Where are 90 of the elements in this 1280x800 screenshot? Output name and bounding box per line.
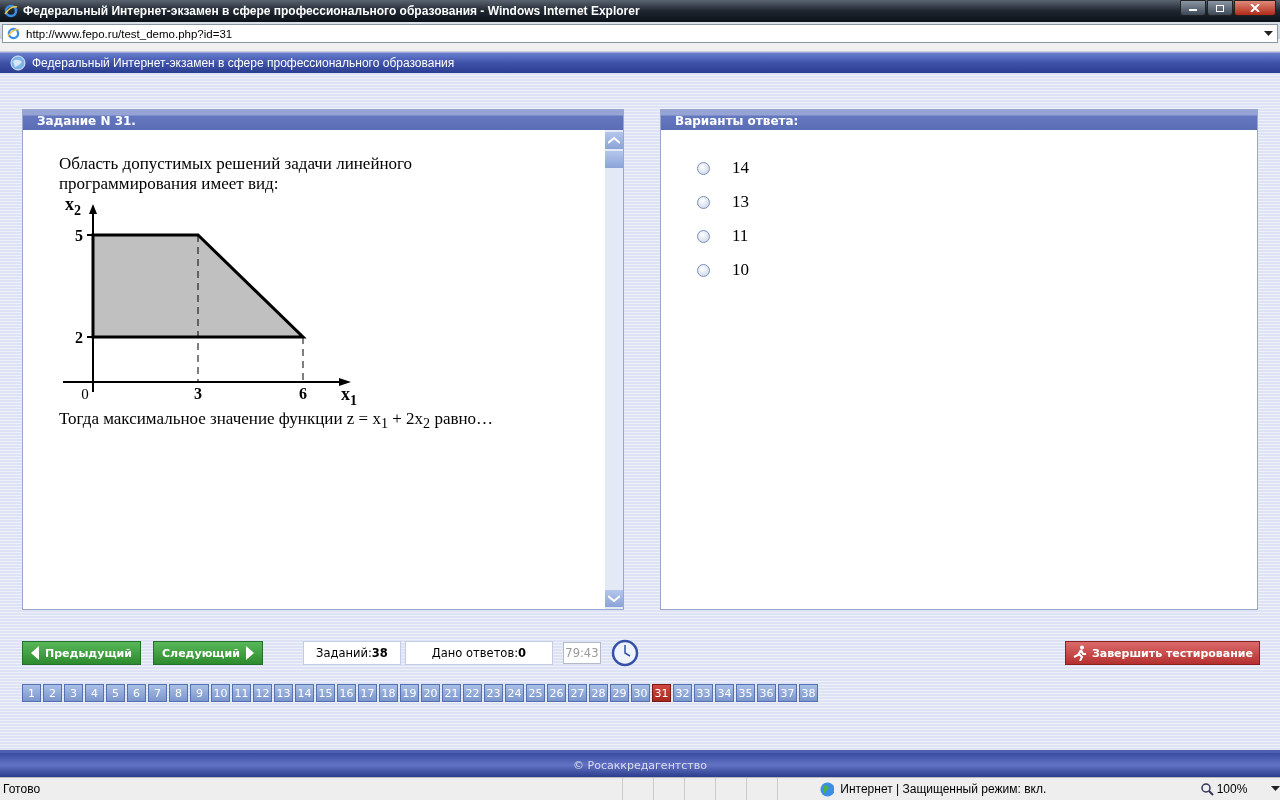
clock-icon: [610, 639, 639, 667]
question-number-tab[interactable]: 13: [274, 684, 293, 702]
previous-button[interactable]: Предыдущий: [22, 641, 141, 665]
question-number-tab[interactable]: 20: [421, 684, 440, 702]
question-number-tab[interactable]: 12: [253, 684, 272, 702]
question-number-tab[interactable]: 14: [295, 684, 314, 702]
radio-button[interactable]: [697, 263, 710, 277]
running-person-icon: [1071, 645, 1088, 661]
answer-option[interactable]: 10: [732, 260, 749, 280]
close-button[interactable]: [1234, 0, 1276, 16]
close-icon: [1250, 4, 1260, 12]
question-number-tab[interactable]: 24: [505, 684, 524, 702]
dropdown-caret-icon: [1264, 30, 1273, 37]
question-number-tab[interactable]: 19: [400, 684, 419, 702]
panel-header: Задание N 31.: [23, 110, 623, 130]
tick-label: 5: [75, 227, 83, 244]
question-number-tab[interactable]: 1: [22, 684, 41, 702]
magnifier-icon: [1200, 782, 1214, 796]
question-number-tab[interactable]: 32: [673, 684, 692, 702]
browser-logo-icon: [4, 4, 18, 18]
question-number-tab[interactable]: 5: [106, 684, 125, 702]
question-number-tab[interactable]: 17: [358, 684, 377, 702]
question-text: Тогда максимальное значение функции z = x$_{1}$ + 2x$_{2}$ равно…: [59, 408, 495, 434]
question-number-tab[interactable]: 22: [463, 684, 482, 702]
question-number-tab[interactable]: 9: [190, 684, 209, 702]
question-number-tab[interactable]: 27: [568, 684, 587, 702]
minimize-button[interactable]: [1180, 0, 1206, 16]
question-number-tab[interactable]: 16: [337, 684, 356, 702]
scroll-down-button[interactable]: [605, 590, 623, 607]
question-number-tab[interactable]: 11: [232, 684, 251, 702]
question-number-tab[interactable]: 33: [694, 684, 713, 702]
zoom-button[interactable]: 100%: [1200, 782, 1248, 796]
globe-icon: [819, 781, 835, 797]
scrollbar[interactable]: [605, 130, 623, 609]
question-number-tab[interactable]: 23: [484, 684, 503, 702]
answer-option[interactable]: 14: [732, 158, 749, 178]
right-triangle-icon: [245, 646, 254, 660]
question-number-tab[interactable]: 18: [379, 684, 398, 702]
security-zone-text: Интернет | Защищенный режим: вкл.: [840, 782, 1048, 796]
axis-label: x$_{2}$: [65, 196, 81, 218]
answer-option[interactable]: 11: [732, 226, 749, 246]
question-number-tab[interactable]: 25: [526, 684, 545, 702]
question-number-tab[interactable]: 35: [736, 684, 755, 702]
maximize-icon: [1215, 4, 1225, 12]
question-number-tab[interactable]: 21: [442, 684, 461, 702]
globe-icon: [10, 55, 26, 71]
question-number-tab[interactable]: 30: [631, 684, 650, 702]
question-text: Область допустимых решений задачи линейного программирования имеет вид:: [59, 154, 414, 194]
question-number-tab[interactable]: 34: [715, 684, 734, 702]
question-number-tab[interactable]: 36: [757, 684, 776, 702]
scroll-up-button[interactable]: [605, 132, 623, 149]
maximize-button[interactable]: [1207, 0, 1233, 16]
next-button[interactable]: Следующий: [153, 641, 263, 665]
question-number-tab[interactable]: 3: [64, 684, 83, 702]
dropdown-caret-icon: [1271, 786, 1280, 792]
finish-test-button[interactable]: Завершить тестирование: [1064, 641, 1260, 665]
page-tab[interactable]: Федеральный Интернет-экзамен в сфере профессионального образования: [0, 52, 1280, 73]
address-field[interactable]: http://www.fepo.ru/test_demo.php?id=31: [2, 24, 1278, 43]
question-number-tab[interactable]: 28: [589, 684, 608, 702]
tick-label: 2: [75, 329, 83, 346]
left-triangle-icon: [31, 646, 39, 660]
panel-header: Варианты ответа:: [661, 110, 1257, 130]
tasks-counter: Заданий:38: [302, 641, 401, 665]
question-number-tab[interactable]: 38: [799, 684, 818, 702]
window-title: Федеральный Интернет-экзамен в сфере профессионального образования - Windows Internet Explorer: [23, 4, 640, 18]
tick-label: 6: [299, 385, 307, 402]
question-number-tab[interactable]: 7: [148, 684, 167, 702]
question-number-tab[interactable]: 4: [85, 684, 104, 702]
question-number-tab[interactable]: 26: [547, 684, 566, 702]
question-number-tab[interactable]: 2: [43, 684, 62, 702]
axis-label: x$_{1}$: [341, 384, 357, 408]
answer-option[interactable]: 13: [732, 192, 749, 212]
question-number-tab[interactable]: 31: [652, 684, 671, 702]
tick-label: 0: [81, 386, 89, 402]
question-number-tab[interactable]: 8: [169, 684, 188, 702]
tick-label: 3: [194, 385, 202, 402]
question-number-tab[interactable]: 37: [778, 684, 797, 702]
radio-button[interactable]: [697, 195, 710, 209]
status-text: Готово: [3, 782, 42, 796]
question-number-tab[interactable]: 6: [127, 684, 146, 702]
copyright-text: © Росаккредагентство: [573, 758, 707, 772]
timer-field: 79:43: [562, 642, 601, 664]
question-number-tab[interactable]: 15: [316, 684, 335, 702]
scroll-thumb[interactable]: [605, 151, 623, 168]
browser-logo-icon: [7, 27, 20, 40]
answers-counter: Дано ответов:0: [404, 641, 553, 665]
radio-button[interactable]: [697, 161, 710, 175]
radio-button[interactable]: [697, 229, 710, 243]
question-number-tab[interactable]: 29: [610, 684, 629, 702]
question-number-tab[interactable]: 10: [211, 684, 230, 702]
